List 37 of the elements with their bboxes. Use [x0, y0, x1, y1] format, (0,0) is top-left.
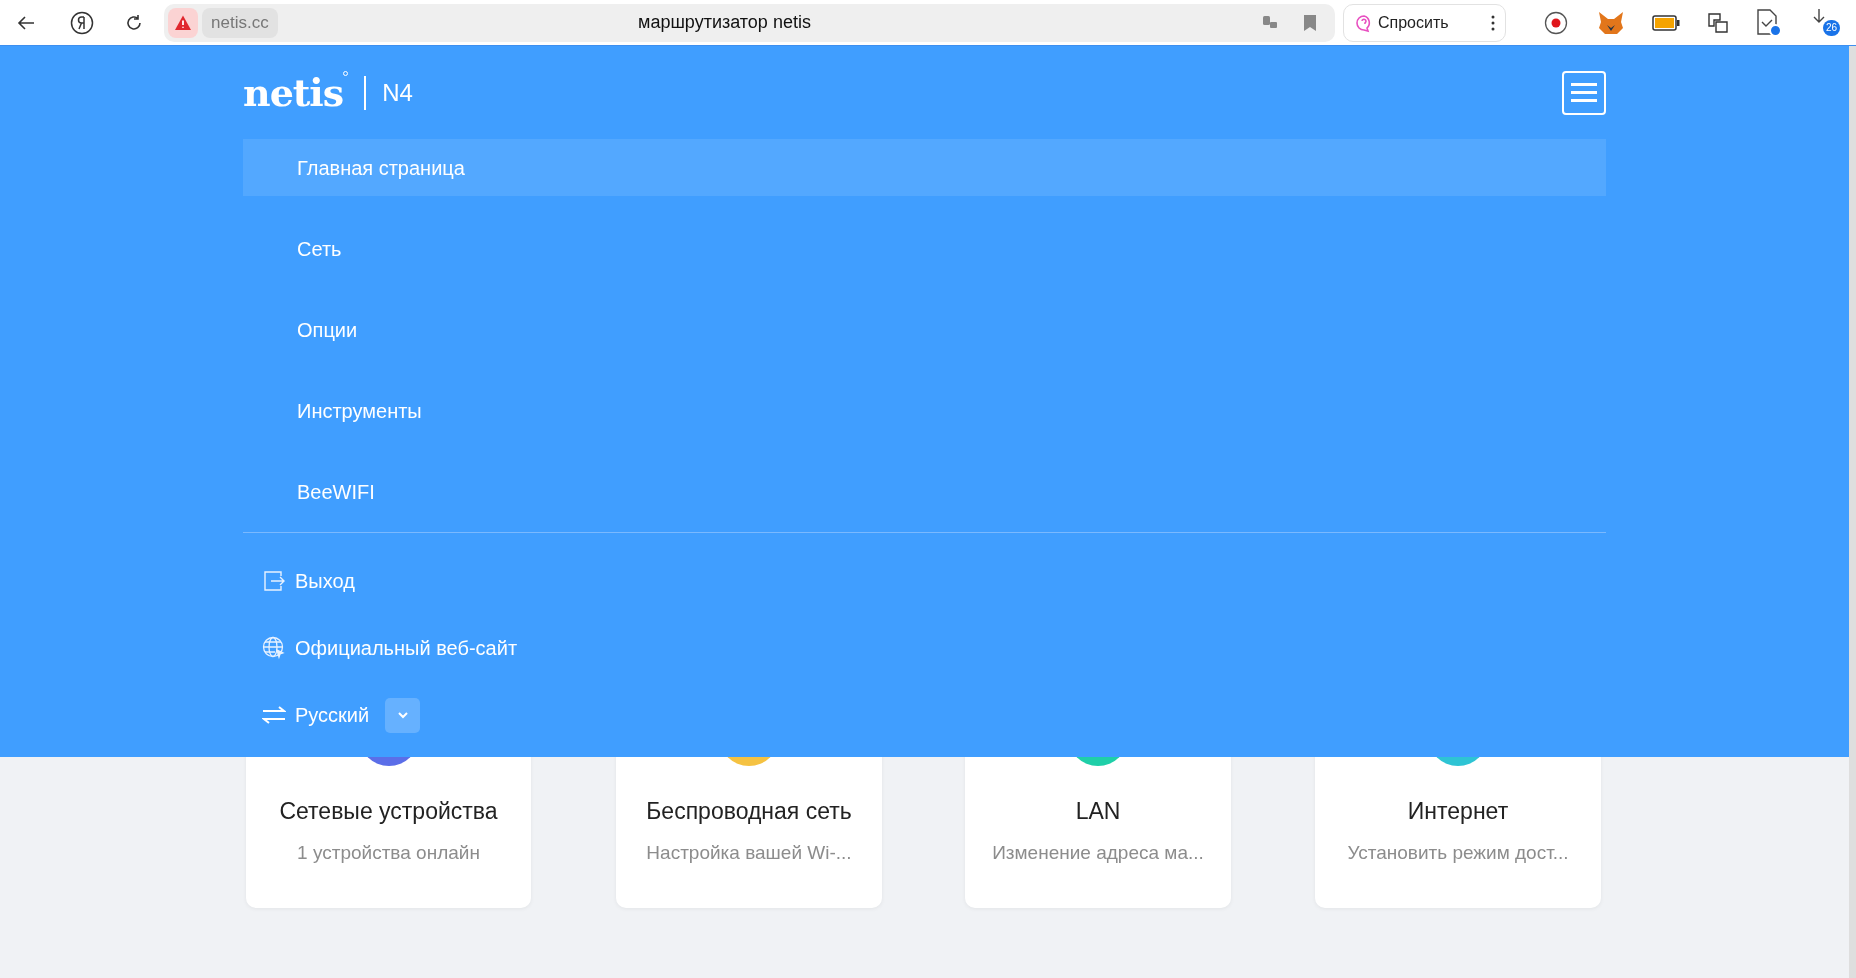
card-title: LAN: [1075, 797, 1121, 826]
address-bar[interactable]: netis.cc маршрутизатор netis: [164, 3, 1335, 42]
menu-button[interactable]: [1562, 70, 1606, 115]
reload-icon[interactable]: [124, 12, 144, 33]
document-icon[interactable]: [1756, 8, 1782, 37]
card-title: Беспроводная сеть: [646, 797, 852, 826]
menu-item[interactable]: Сеть: [243, 220, 1606, 277]
card-subtitle: Установить режим дост...: [1347, 840, 1569, 865]
browser-logo-icon[interactable]: [70, 10, 94, 35]
menu-item[interactable]: Опции: [243, 301, 1606, 358]
card-title: Сетевые устройства: [279, 797, 498, 826]
page-title: маршрутизатор netis: [638, 11, 811, 34]
globe-icon: [262, 636, 286, 660]
extension-icon[interactable]: [1706, 10, 1730, 35]
download-count-badge: 26: [1822, 19, 1840, 36]
record-icon[interactable]: [1544, 10, 1568, 35]
menu-item[interactable]: BeeWIFI: [243, 463, 1606, 520]
menu-link[interactable]: Официальный веб-сайт: [295, 633, 518, 663]
warning-icon[interactable]: [168, 7, 198, 38]
exit-icon: [262, 569, 286, 593]
logo: netis: [243, 69, 344, 117]
ask-button[interactable]: Спросить: [1343, 3, 1506, 42]
card-subtitle: Настройка вашей Wi-...: [646, 840, 852, 865]
menu-item[interactable]: Главная страница: [243, 139, 1606, 196]
battery-icon[interactable]: [1652, 14, 1680, 31]
menu-link[interactable]: Выход: [295, 566, 355, 596]
more-icon[interactable]: [1491, 14, 1495, 31]
fox-icon[interactable]: [1598, 10, 1624, 35]
menu-item[interactable]: Инструменты: [243, 382, 1606, 439]
card-title: Интернет: [1407, 797, 1509, 826]
card-subtitle: Изменение адреса ма...: [992, 840, 1204, 865]
scrollbar-track[interactable]: [1849, 46, 1856, 978]
url-text: netis.cc: [202, 7, 278, 38]
bookmark-icon[interactable]: [1303, 13, 1317, 32]
swap-icon: [262, 703, 286, 727]
model-name: N4: [382, 77, 413, 108]
card-subtitle: 1 устройства онлайн: [297, 840, 480, 865]
